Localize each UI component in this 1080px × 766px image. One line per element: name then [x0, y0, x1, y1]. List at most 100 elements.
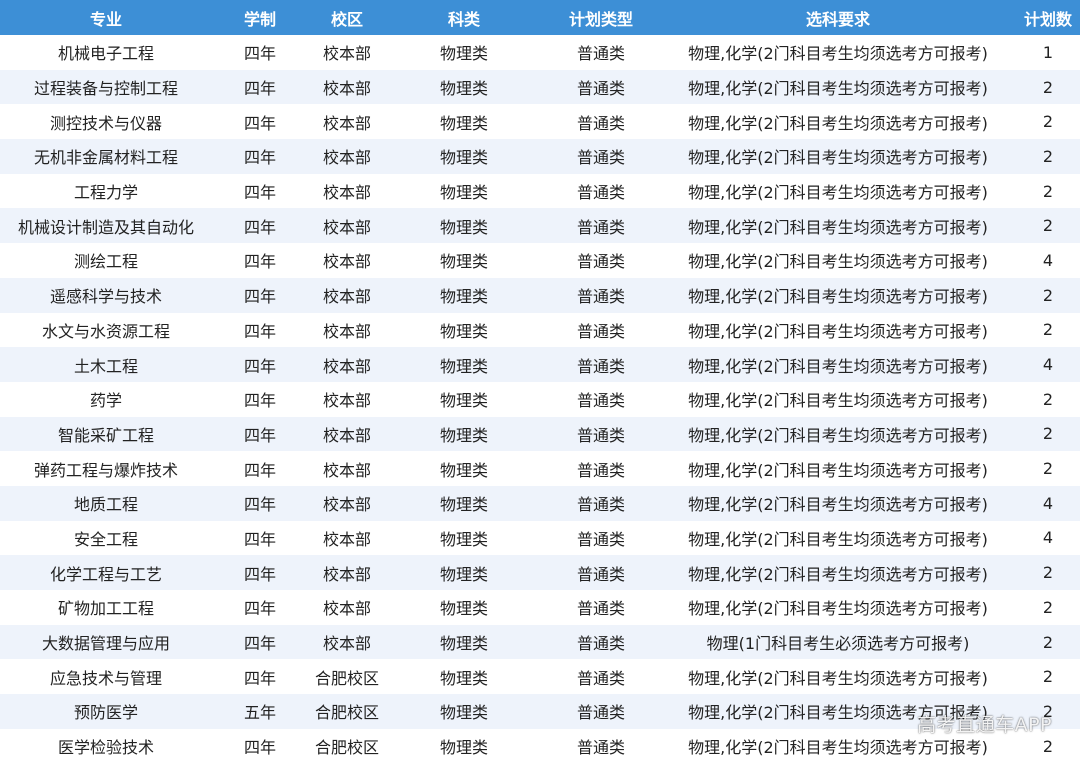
cell-campus: 校本部 — [322, 217, 371, 237]
header-plan-type: 计划类型 — [568, 9, 633, 29]
cell-duration: 四年 — [243, 738, 276, 758]
cell-category: 物理类 — [439, 599, 488, 619]
cell-major: 工程力学 — [73, 183, 138, 203]
cell-major: 矿物加工工程 — [57, 599, 154, 619]
cell-subject-requirement: 物理,化学(2门科目考生均须选考方可报考) — [688, 113, 988, 133]
cell-subject-requirement: 物理,化学(2门科目考生均须选考方可报考) — [688, 252, 988, 272]
table-row: 矿物加工工程 四年 校本部 物理类 普通类 物理,化学(2门科目考生均须选考方可报考) 2 — [0, 590, 1080, 625]
cell-plan-type: 普通类 — [576, 460, 625, 480]
cell-subject-requirement: 物理,化学(2门科目考生均须选考方可报考) — [688, 321, 988, 341]
cell-category: 物理类 — [439, 44, 488, 64]
cell-plan-type: 普通类 — [576, 252, 625, 272]
cell-major: 机械设计制造及其自动化 — [17, 217, 194, 237]
cell-plan-count: 2 — [1042, 181, 1054, 201]
cell-major: 安全工程 — [73, 529, 138, 549]
cell-plan-type: 普通类 — [576, 356, 625, 376]
cell-major: 遥感科学与技术 — [49, 287, 162, 307]
header-row: 专业 学制 校区 科类 计划类型 选科要求 计划数 — [0, 0, 1080, 35]
cell-duration: 四年 — [243, 599, 276, 619]
cell-plan-type: 普通类 — [576, 599, 625, 619]
cell-duration: 四年 — [243, 79, 276, 99]
cell-campus: 校本部 — [322, 148, 371, 168]
cell-plan-count: 2 — [1042, 112, 1054, 132]
cell-subject-requirement: 物理,化学(2门科目考生均须选考方可报考) — [688, 391, 988, 411]
cell-plan-type: 普通类 — [576, 703, 625, 723]
table-row: 无机非金属材料工程 四年 校本部 物理类 普通类 物理,化学(2门科目考生均须选考方可报考… — [0, 139, 1080, 174]
enrollment-plan-table: 专业 学制 校区 科类 计划类型 选科要求 计划数 机械电子工程 四年 校本部 物理类… — [0, 0, 1080, 764]
table-row: 安全工程 四年 校本部 物理类 普通类 物理,化学(2门科目考生均须选考方可报考) 4 — [0, 520, 1080, 556]
cell-plan-count: 4 — [1042, 528, 1054, 548]
cell-duration: 四年 — [243, 183, 276, 203]
cell-category: 物理类 — [439, 738, 488, 758]
cell-plan-type: 普通类 — [576, 425, 625, 445]
cell-subject-requirement: 物理,化学(2门科目考生均须选考方可报考) — [688, 356, 988, 376]
cell-category: 物理类 — [439, 321, 488, 341]
header-major: 专业 — [89, 9, 122, 29]
cell-campus: 校本部 — [322, 183, 371, 203]
cell-campus: 校本部 — [322, 356, 371, 376]
cell-subject-requirement: 物理,化学(2门科目考生均须选考方可报考) — [688, 495, 988, 515]
cell-plan-count: 2 — [1042, 146, 1054, 166]
cell-major: 化学工程与工艺 — [49, 564, 162, 584]
table-row: 药学 四年 校本部 物理类 普通类 物理,化学(2门科目考生均须选考方可报考) 2 — [0, 381, 1080, 417]
cell-campus: 校本部 — [322, 599, 371, 619]
header-category: 科类 — [447, 9, 480, 29]
cell-major: 大数据管理与应用 — [41, 634, 170, 654]
cell-campus: 校本部 — [322, 495, 371, 515]
cell-category: 物理类 — [439, 183, 488, 203]
cell-duration: 四年 — [243, 460, 276, 480]
cell-plan-count: 2 — [1042, 563, 1054, 583]
cell-plan-type: 普通类 — [576, 79, 625, 99]
cell-major: 地质工程 — [73, 495, 138, 515]
cell-subject-requirement: 物理,化学(2门科目考生均须选考方可报考) — [688, 79, 988, 99]
cell-duration: 四年 — [243, 148, 276, 168]
header-duration: 学制 — [243, 9, 276, 29]
cell-campus: 校本部 — [322, 44, 371, 64]
cell-campus: 校本部 — [322, 564, 371, 584]
cell-plan-count: 1 — [1042, 42, 1054, 62]
cell-subject-requirement: 物理,化学(2门科目考生均须选考方可报考) — [688, 148, 988, 168]
watermark: 高考直通车APP — [917, 714, 1052, 736]
table-body: 机械电子工程 四年 校本部 物理类 普通类 物理,化学(2门科目考生均须选考方可报考) 1 过… — [0, 35, 1080, 764]
cell-duration: 四年 — [243, 391, 276, 411]
cell-category: 物理类 — [439, 287, 488, 307]
cell-category: 物理类 — [439, 564, 488, 584]
cell-plan-type: 普通类 — [576, 183, 625, 203]
cell-major: 过程装备与控制工程 — [33, 79, 178, 99]
cell-campus: 校本部 — [322, 113, 371, 133]
cell-category: 物理类 — [439, 495, 488, 515]
cell-major: 弹药工程与爆炸技术 — [33, 460, 178, 480]
cell-plan-count: 2 — [1042, 320, 1054, 340]
cell-category: 物理类 — [439, 668, 488, 688]
cell-campus: 校本部 — [322, 321, 371, 341]
cell-plan-type: 普通类 — [576, 217, 625, 237]
cell-category: 物理类 — [439, 529, 488, 549]
cell-campus: 校本部 — [322, 391, 371, 411]
cell-plan-type: 普通类 — [576, 564, 625, 584]
cell-category: 物理类 — [439, 703, 488, 723]
cell-plan-count: 2 — [1042, 77, 1054, 97]
cell-major: 机械电子工程 — [57, 44, 154, 64]
cell-major: 水文与水资源工程 — [41, 321, 170, 341]
cell-campus: 校本部 — [322, 425, 371, 445]
cell-category: 物理类 — [439, 460, 488, 480]
cell-plan-type: 普通类 — [576, 529, 625, 549]
cell-plan-count: 2 — [1042, 389, 1054, 409]
cell-major: 测控技术与仪器 — [49, 113, 162, 133]
header-plan-count: 计划数 — [1023, 9, 1072, 29]
cell-plan-type: 普通类 — [576, 321, 625, 341]
cell-campus: 校本部 — [322, 529, 371, 549]
cell-plan-type: 普通类 — [576, 391, 625, 411]
cell-plan-type: 普通类 — [576, 634, 625, 654]
cell-duration: 五年 — [243, 703, 276, 723]
cell-campus: 校本部 — [322, 287, 371, 307]
cell-major: 应急技术与管理 — [49, 668, 162, 688]
table-row: 智能采矿工程 四年 校本部 物理类 普通类 物理,化学(2门科目考生均须选考方可报考) 2 — [0, 416, 1080, 452]
cell-category: 物理类 — [439, 252, 488, 272]
cell-campus: 校本部 — [322, 460, 371, 480]
cell-major: 预防医学 — [73, 703, 138, 723]
header-subject-requirement: 选科要求 — [805, 9, 870, 29]
cell-category: 物理类 — [439, 148, 488, 168]
cell-plan-count: 2 — [1042, 597, 1054, 617]
cell-plan-type: 普通类 — [576, 287, 625, 307]
